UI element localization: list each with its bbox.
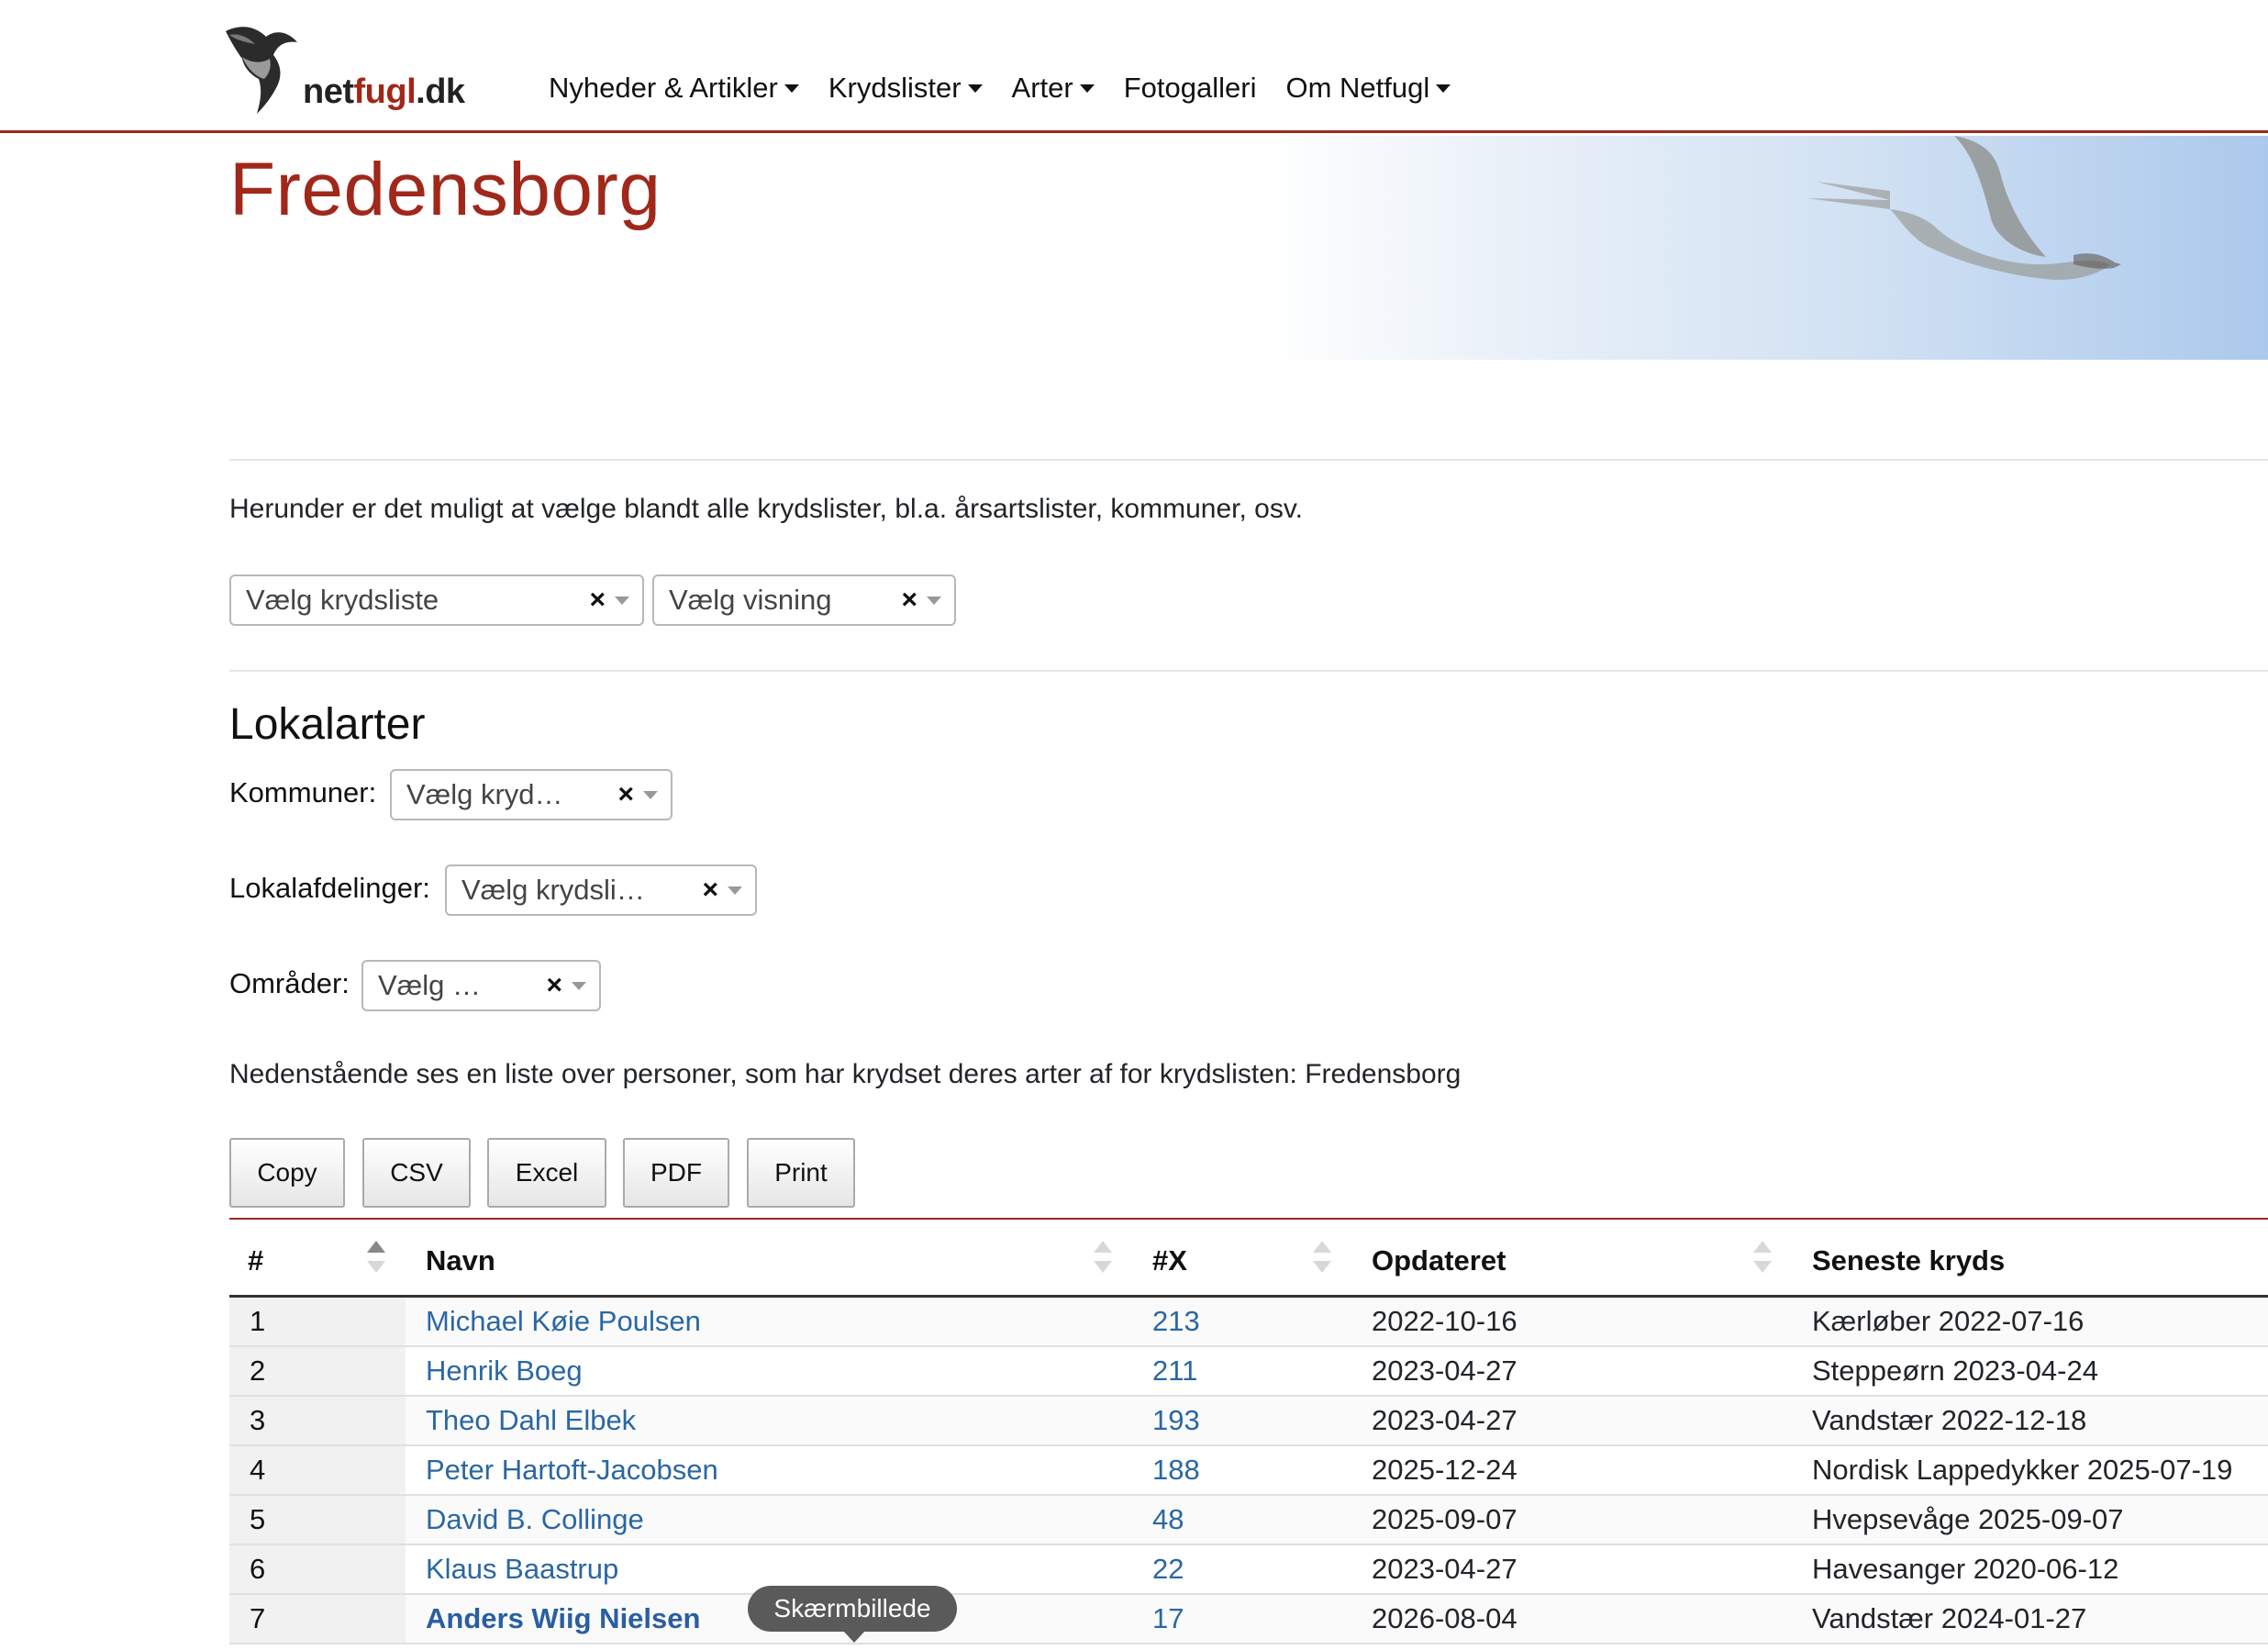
count-link[interactable]: 48: [1152, 1496, 1184, 1544]
caret-down-icon: [967, 84, 983, 93]
visning-select[interactable]: Vælg visning ×: [652, 574, 956, 626]
clear-icon[interactable]: ×: [901, 585, 917, 616]
dropdown-arrow-icon[interactable]: [643, 790, 658, 799]
caret-down-icon: [784, 84, 799, 93]
excel-button[interactable]: Excel: [487, 1138, 606, 1208]
divider: [229, 459, 2268, 461]
table-top-border: [229, 1218, 2268, 1220]
person-link[interactable]: Klaus Baastrup: [426, 1545, 618, 1593]
dropdown-arrow-icon[interactable]: [927, 596, 941, 605]
krydsliste-select[interactable]: Vælg krydsliste ×: [229, 574, 644, 626]
nav-item-krydslister[interactable]: Krydslister: [828, 72, 983, 105]
caret-down-icon: [1079, 84, 1095, 93]
sort-icon[interactable]: [1753, 1241, 1772, 1277]
person-link[interactable]: Henrik Boeg: [426, 1347, 583, 1395]
count-link[interactable]: 188: [1152, 1446, 1200, 1494]
updated-date: 2023-04-27: [1372, 1404, 1518, 1436]
count-link[interactable]: 211: [1152, 1347, 1197, 1395]
latest-tick: Hvepsevåge 2025-09-07: [1812, 1503, 2124, 1535]
count-link[interactable]: 22: [1152, 1545, 1184, 1593]
csv-button[interactable]: CSV: [362, 1138, 471, 1208]
latest-tick: Havesanger 2020-06-12: [1812, 1553, 2119, 1585]
table-row: 3 Theo Dahl Elbek 193 2023-04-27 Vandstæ…: [229, 1397, 2268, 1446]
lokalafdelinger-select[interactable]: Vælg krydsli… ×: [445, 864, 757, 916]
pdf-button[interactable]: PDF: [623, 1138, 729, 1208]
updated-date: 2025-09-07: [1372, 1503, 1518, 1535]
latest-tick: Kærløber 2022-07-16: [1812, 1305, 2085, 1337]
sort-icon[interactable]: [1094, 1241, 1112, 1277]
omraader-select[interactable]: Vælg … ×: [361, 960, 601, 1011]
kommuner-label: Kommuner:: [229, 776, 377, 808]
section-title: Lokalarter: [229, 700, 426, 749]
lokalafdelinger-label: Lokalafdelinger:: [229, 872, 430, 904]
brand-logo[interactable]: netfugl.dk: [224, 17, 465, 117]
table-header: # Navn #X Opdateret Seneste kryds: [229, 1221, 2268, 1298]
col-header-navn[interactable]: Navn: [426, 1244, 495, 1277]
person-link[interactable]: Peter Hartoft-Jacobsen: [426, 1446, 718, 1494]
dropdown-arrow-icon[interactable]: [728, 886, 742, 895]
omraader-label: Områder:: [229, 967, 350, 999]
copy-button[interactable]: Copy: [229, 1138, 345, 1208]
updated-date: 2025-12-24: [1372, 1454, 1518, 1486]
nav-item-om-netfugl[interactable]: Om Netfugl: [1285, 72, 1451, 105]
nav-item-arter[interactable]: Arter: [1012, 72, 1095, 105]
table-row: 4 Peter Hartoft-Jacobsen 188 2025-12-24 …: [229, 1446, 2268, 1496]
clear-icon[interactable]: ×: [702, 875, 718, 906]
updated-date: 2026-08-04: [1372, 1602, 1518, 1634]
person-link[interactable]: Michael Køie Poulsen: [426, 1298, 701, 1345]
table-row: 7 Anders Wiig Nielsen 17 2026-08-04 Vand…: [229, 1595, 2268, 1644]
intro-text: Herunder er det muligt at vælge blandt a…: [229, 494, 1303, 524]
latest-tick: Nordisk Lappedykker 2025-07-19: [1812, 1454, 2233, 1486]
col-header-seneste-kryds[interactable]: Seneste kryds: [1812, 1244, 2005, 1277]
person-link[interactable]: David B. Collinge: [426, 1496, 644, 1544]
col-header-count[interactable]: #X: [1152, 1244, 1187, 1277]
list-description: Nedenstående ses en liste over personer,…: [229, 1059, 1462, 1089]
nav-item-fotogalleri[interactable]: Fotogalleri: [1124, 72, 1257, 105]
col-header-rank[interactable]: #: [248, 1244, 263, 1277]
nav-item-news[interactable]: Nyheder & Artikler: [549, 72, 799, 105]
updated-date: 2022-10-16: [1372, 1305, 1518, 1337]
top-navbar: netfugl.dk Nyheder & Artikler Krydsliste…: [0, 0, 2268, 133]
hero-banner: Fredensborg: [0, 136, 2268, 360]
divider: [229, 670, 2268, 672]
table-row: 1 Michael Køie Poulsen 213 2022-10-16 Kæ…: [229, 1298, 2268, 1347]
clear-icon[interactable]: ×: [546, 970, 562, 1001]
table-row: 6 Klaus Baastrup 22 2023-04-27 Havesange…: [229, 1545, 2268, 1595]
brand-name: netfugl.dk: [303, 72, 465, 111]
kommuner-select[interactable]: Vælg kryd… ×: [390, 769, 673, 820]
count-link[interactable]: 193: [1152, 1397, 1200, 1444]
latest-tick: Steppeørn 2023-04-24: [1812, 1355, 2098, 1387]
table-row: 5 David B. Collinge 48 2025-09-07 Hvepse…: [229, 1496, 2268, 1545]
main-nav: Nyheder & Artikler Krydslister Arter Fot…: [549, 72, 1451, 105]
count-link[interactable]: 213: [1152, 1298, 1200, 1345]
dropdown-arrow-icon[interactable]: [615, 596, 629, 605]
raptor-banner-icon: [1807, 136, 2121, 280]
print-button[interactable]: Print: [747, 1138, 855, 1208]
table-row: 2 Henrik Boeg 211 2023-04-27 Steppeørn 2…: [229, 1347, 2268, 1397]
screenshot-tooltip: Skærmbillede: [748, 1586, 957, 1643]
dropdown-arrow-icon[interactable]: [572, 981, 586, 990]
updated-date: 2023-04-27: [1372, 1355, 1518, 1387]
clear-icon[interactable]: ×: [617, 779, 634, 810]
seagull-logo-icon: [226, 27, 297, 115]
latest-tick: Vandstær 2024-01-27: [1812, 1602, 2087, 1634]
clear-icon[interactable]: ×: [589, 585, 606, 616]
person-link[interactable]: Theo Dahl Elbek: [426, 1397, 636, 1444]
updated-date: 2023-04-27: [1372, 1553, 1518, 1585]
latest-tick: Vandstær 2022-12-18: [1812, 1404, 2087, 1436]
count-link[interactable]: 17: [1152, 1595, 1184, 1643]
person-link[interactable]: Anders Wiig Nielsen: [426, 1595, 700, 1643]
caret-down-icon: [1436, 84, 1451, 93]
page-title: Fredensborg: [229, 148, 662, 231]
col-header-opdateret[interactable]: Opdateret: [1372, 1244, 1506, 1277]
sort-ascending-icon[interactable]: [367, 1241, 385, 1277]
sort-icon[interactable]: [1313, 1241, 1331, 1277]
